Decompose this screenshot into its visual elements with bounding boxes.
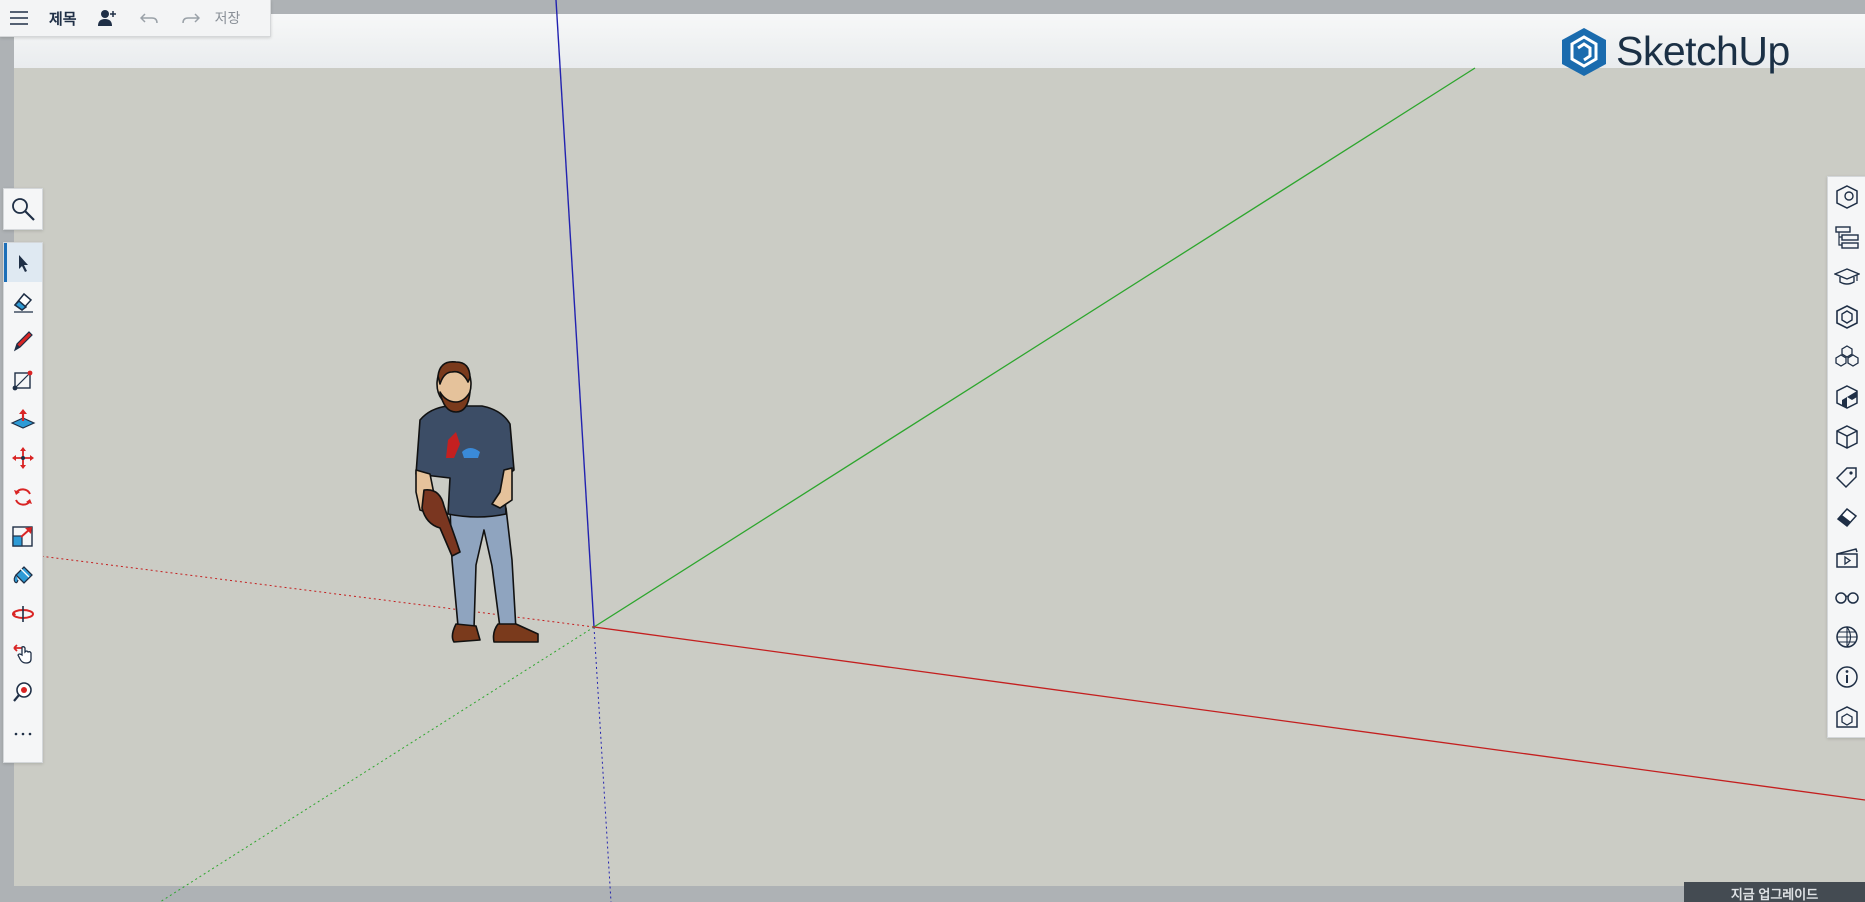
graduation-cap-icon — [1834, 268, 1860, 285]
model-info-panel-button[interactable] — [1828, 657, 1865, 697]
logo-text: SketchUp — [1616, 27, 1790, 74]
glasses-icon — [1835, 592, 1859, 604]
ellipsis-icon — [14, 732, 32, 735]
push-pull-tool[interactable] — [4, 399, 42, 438]
warehouse-icon — [1836, 706, 1858, 728]
tag-icon — [1835, 467, 1857, 489]
green-axis — [593, 67, 1476, 628]
entity-info-panel-button[interactable] — [1828, 177, 1865, 217]
add-user-icon[interactable] — [93, 4, 121, 32]
orbit-tool[interactable] — [4, 594, 42, 633]
outliner-icon — [1835, 226, 1859, 249]
cube-checker-icon — [1836, 385, 1858, 409]
zoom-window-tool[interactable] — [4, 672, 42, 711]
upgrade-button[interactable]: 지금 업그레이드 — [1684, 882, 1865, 902]
person-figure — [415, 360, 539, 643]
pan-tool[interactable] — [4, 633, 42, 672]
materials-panel-button[interactable] — [1828, 337, 1865, 377]
clapperboard-icon — [1836, 548, 1858, 568]
scenes-panel-button[interactable] — [1828, 537, 1865, 577]
stacked-cubes-icon — [1835, 345, 1859, 367]
paint-tool[interactable] — [4, 555, 42, 594]
green-axis-dotted — [159, 626, 595, 902]
search-palette — [3, 188, 43, 230]
sketchup-logo-icon — [1562, 28, 1606, 76]
more-tools[interactable] — [4, 711, 42, 750]
axes-layer — [39, 0, 1865, 902]
search-icon — [12, 197, 35, 221]
search-button[interactable] — [4, 189, 42, 228]
rectangle-icon — [12, 370, 33, 390]
redo-icon[interactable] — [177, 4, 205, 32]
rotate-tool[interactable] — [4, 477, 42, 516]
tag-panel-button[interactable] — [1828, 457, 1865, 497]
orbit-icon — [12, 605, 34, 622]
scale-tool[interactable] — [4, 516, 42, 555]
layered-cube-icon — [1836, 425, 1858, 449]
instructor-panel-button[interactable] — [1828, 257, 1865, 297]
top-toolbar: 제목 저장 — [0, 0, 271, 37]
cube-search-icon — [1836, 185, 1858, 209]
scale-icon — [12, 525, 33, 547]
move-icon — [12, 446, 34, 469]
3d-warehouse-panel-button[interactable] — [1828, 697, 1865, 737]
outliner-panel-button[interactable] — [1828, 217, 1865, 257]
paint-bucket-icon — [13, 565, 33, 584]
styles-panel-button[interactable] — [1828, 377, 1865, 417]
tags-panel-button[interactable] — [1828, 417, 1865, 457]
sketchup-logo: SketchUp — [1560, 26, 1790, 76]
tools-palette — [3, 242, 43, 763]
blue-axis — [555, 0, 595, 628]
model-title[interactable]: 제목 — [49, 8, 77, 29]
undo-icon[interactable] — [135, 4, 163, 32]
move-tool[interactable] — [4, 438, 42, 477]
menu-icon[interactable] — [5, 4, 33, 32]
pencil-tool[interactable] — [4, 321, 42, 360]
red-axis — [593, 626, 1865, 801]
components-panel-button[interactable] — [1828, 297, 1865, 337]
save-button[interactable]: 저장 — [215, 8, 241, 28]
arrow-icon — [19, 254, 28, 272]
rotate-icon — [14, 487, 32, 506]
globe-icon — [1836, 626, 1858, 648]
blue-axis-dotted — [593, 626, 612, 902]
pencil-icon — [13, 330, 33, 351]
rectangle-tool[interactable] — [4, 360, 42, 399]
shadows-panel-button[interactable] — [1828, 617, 1865, 657]
component-hex-icon — [1836, 305, 1858, 329]
push-pull-icon — [10, 408, 36, 429]
zoom-window-icon — [13, 681, 32, 702]
eraser-panel-icon — [1836, 507, 1858, 528]
eraser-tool[interactable] — [4, 282, 42, 321]
display-panel-button[interactable] — [1828, 577, 1865, 617]
select-tool[interactable] — [4, 243, 42, 282]
info-icon — [1836, 666, 1858, 688]
eraser-icon — [13, 292, 33, 313]
soften-panel-button[interactable] — [1828, 497, 1865, 537]
panels-tray — [1827, 176, 1865, 738]
pan-hand-icon — [13, 643, 32, 664]
